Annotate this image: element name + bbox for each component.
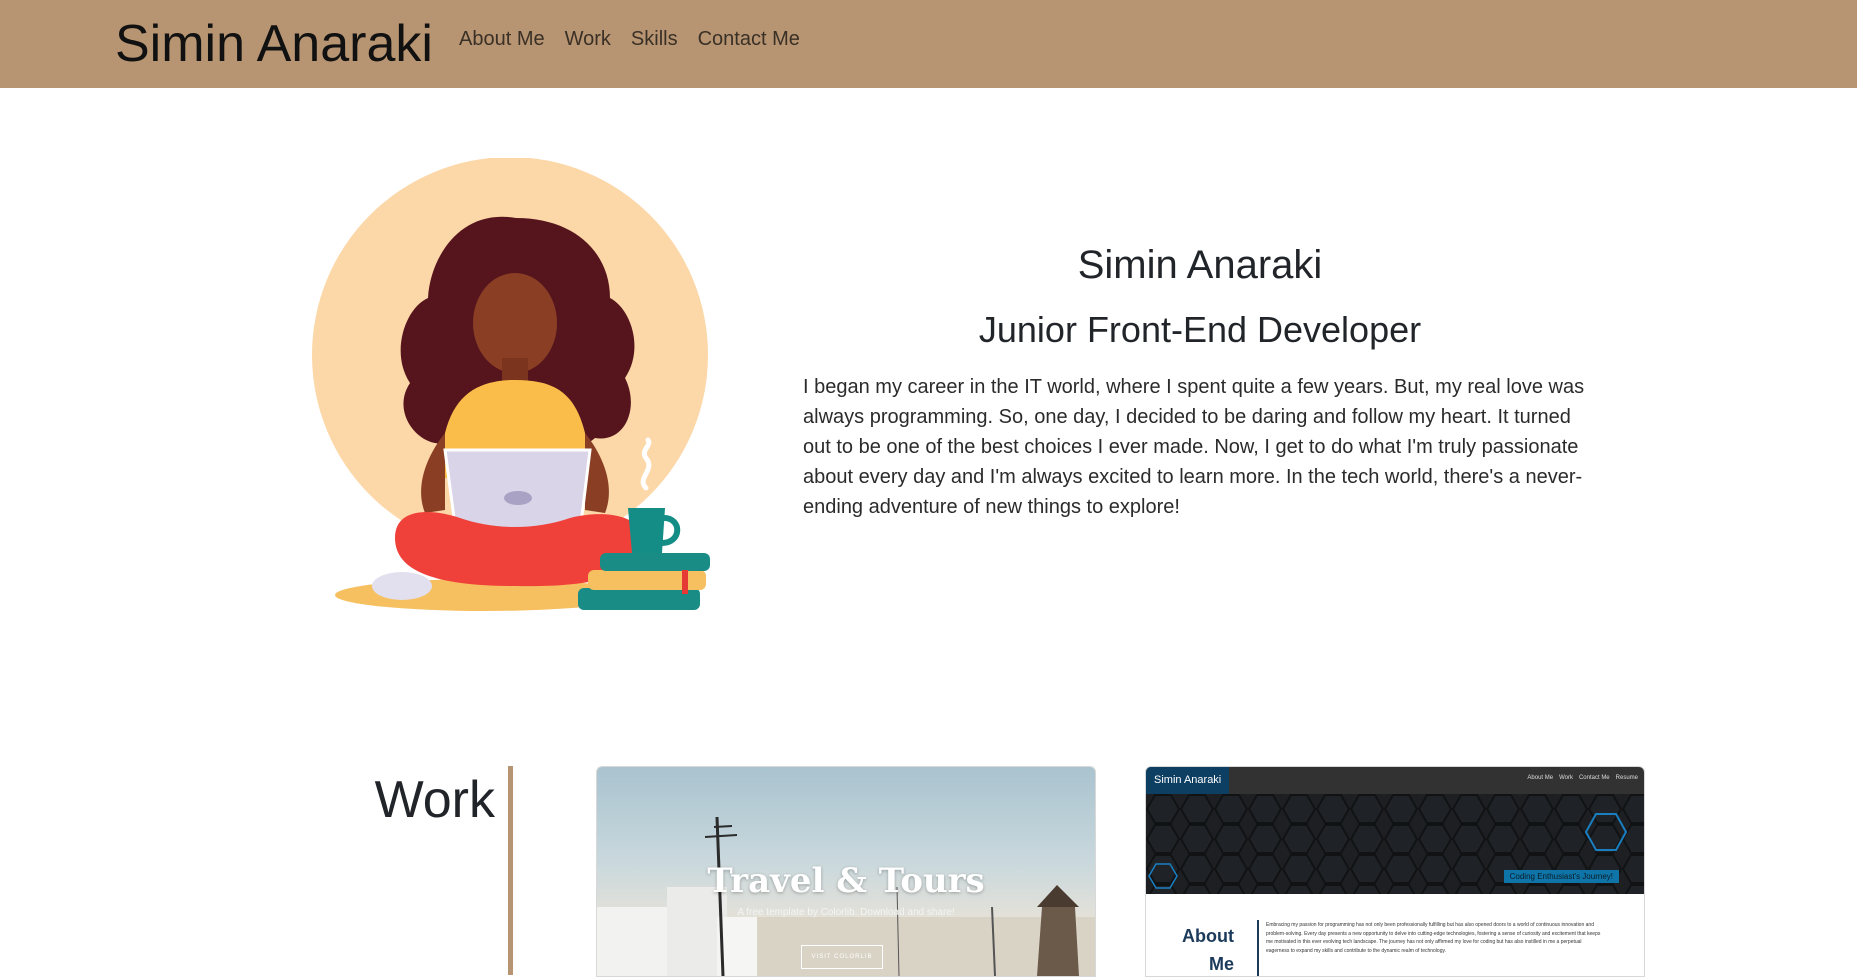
visit-colorlib-button[interactable]: VISIT COLORLIB — [801, 945, 883, 969]
book-bottom — [578, 588, 700, 610]
mug — [628, 508, 665, 553]
portfolio-thumb-link: Resume — [1615, 775, 1638, 781]
travel-card-subtitle: A free template by Colorlib. Download an… — [737, 907, 955, 918]
portfolio-thumb-link: Work — [1559, 775, 1573, 781]
mug-handle — [661, 515, 681, 546]
portfolio-thumb-link: About Me — [1527, 775, 1554, 781]
portfolio-thumb-badge: Coding Enthusiast's Journey! — [1503, 870, 1619, 883]
developer-illustration — [312, 158, 710, 611]
portfolio-thumb-navbar: Simin Anaraki About Me Work Contact Me R… — [1146, 767, 1644, 794]
book-top — [600, 553, 710, 571]
travel-card-title: Travel & Tours — [707, 861, 985, 901]
portfolio-thumb-link: Contact Me — [1578, 775, 1610, 781]
nav-link-about-me[interactable]: About Me — [459, 28, 545, 51]
sock-left — [372, 572, 432, 600]
work-divider — [508, 766, 513, 975]
nav-links: About Me Work Skills Contact Me — [459, 28, 800, 51]
bookmark — [682, 570, 688, 594]
laptop-logo — [504, 491, 532, 505]
book-middle — [588, 570, 706, 590]
portfolio-thumb-about-text: Embracing my passion for programming has… — [1266, 922, 1601, 954]
work-card-portfolio[interactable]: Simin Anaraki About Me Work Contact Me R… — [1145, 766, 1645, 977]
hero-bio: I began my career in the IT world, where… — [803, 376, 1585, 518]
work-card-travel-tours[interactable]: Travel & Tours A free template by Colorl… — [596, 766, 1096, 977]
portfolio-thumb-about-title: About Me — [1182, 926, 1234, 974]
brand-logo[interactable]: Simin Anaraki — [115, 12, 433, 76]
nav-link-skills[interactable]: Skills — [631, 28, 678, 51]
portfolio-thumb-divider — [1257, 920, 1259, 976]
navbar: Simin Anaraki About Me Work Skills Conta… — [0, 0, 1857, 88]
work-heading: Work — [374, 771, 495, 829]
hero-role: Junior Front-End Developer — [978, 309, 1422, 350]
nav-link-work[interactable]: Work — [565, 28, 611, 51]
portfolio-thumb-links: About Me Work Contact Me Resume — [1527, 775, 1638, 781]
hero-name: Simin Anaraki — [1077, 243, 1323, 287]
travel-thumbnail: Travel & Tours A free template by Colorl… — [597, 767, 1095, 976]
nav-link-contact-me[interactable]: Contact Me — [698, 28, 800, 51]
portfolio-thumb-brand: Simin Anaraki — [1146, 767, 1230, 794]
